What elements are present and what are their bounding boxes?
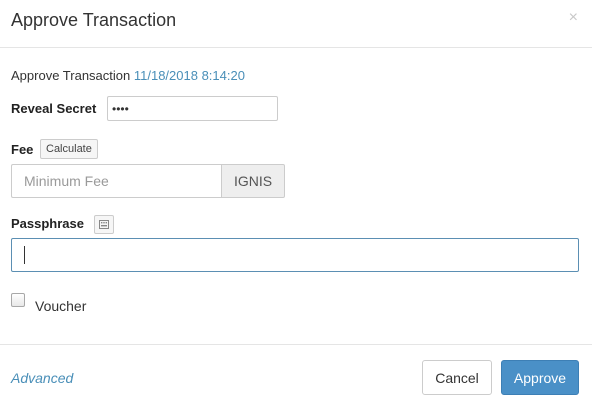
reveal-secret-input[interactable] (107, 96, 278, 121)
fee-currency-addon: IGNIS (221, 164, 285, 198)
transaction-info-label: Approve Transaction (11, 68, 131, 83)
keyboard-icon[interactable] (94, 215, 114, 234)
calculate-fee-button[interactable]: Calculate (40, 139, 98, 159)
dialog-header: Approve Transaction × (0, 0, 592, 48)
dialog-footer: Advanced Cancel Approve (0, 344, 592, 404)
fee-input-group: IGNIS (11, 164, 285, 198)
transaction-timestamp: 11/18/2018 8:14:20 (133, 68, 245, 83)
transaction-info: Approve Transaction 11/18/2018 8:14:20 (11, 68, 245, 83)
voucher-label: Voucher (35, 298, 87, 314)
cancel-button[interactable]: Cancel (422, 360, 492, 395)
fee-label: Fee (11, 142, 34, 157)
advanced-link[interactable]: Advanced (11, 370, 73, 386)
dialog-title: Approve Transaction (11, 10, 177, 30)
text-caret (24, 246, 25, 264)
passphrase-input[interactable] (11, 238, 579, 272)
passphrase-label: Passphrase (11, 216, 84, 231)
voucher-checkbox[interactable] (11, 293, 25, 307)
reveal-secret-label: Reveal Secret (11, 101, 97, 116)
approve-button[interactable]: Approve (501, 360, 579, 395)
close-icon[interactable]: × (569, 8, 578, 28)
fee-input[interactable] (11, 164, 221, 198)
